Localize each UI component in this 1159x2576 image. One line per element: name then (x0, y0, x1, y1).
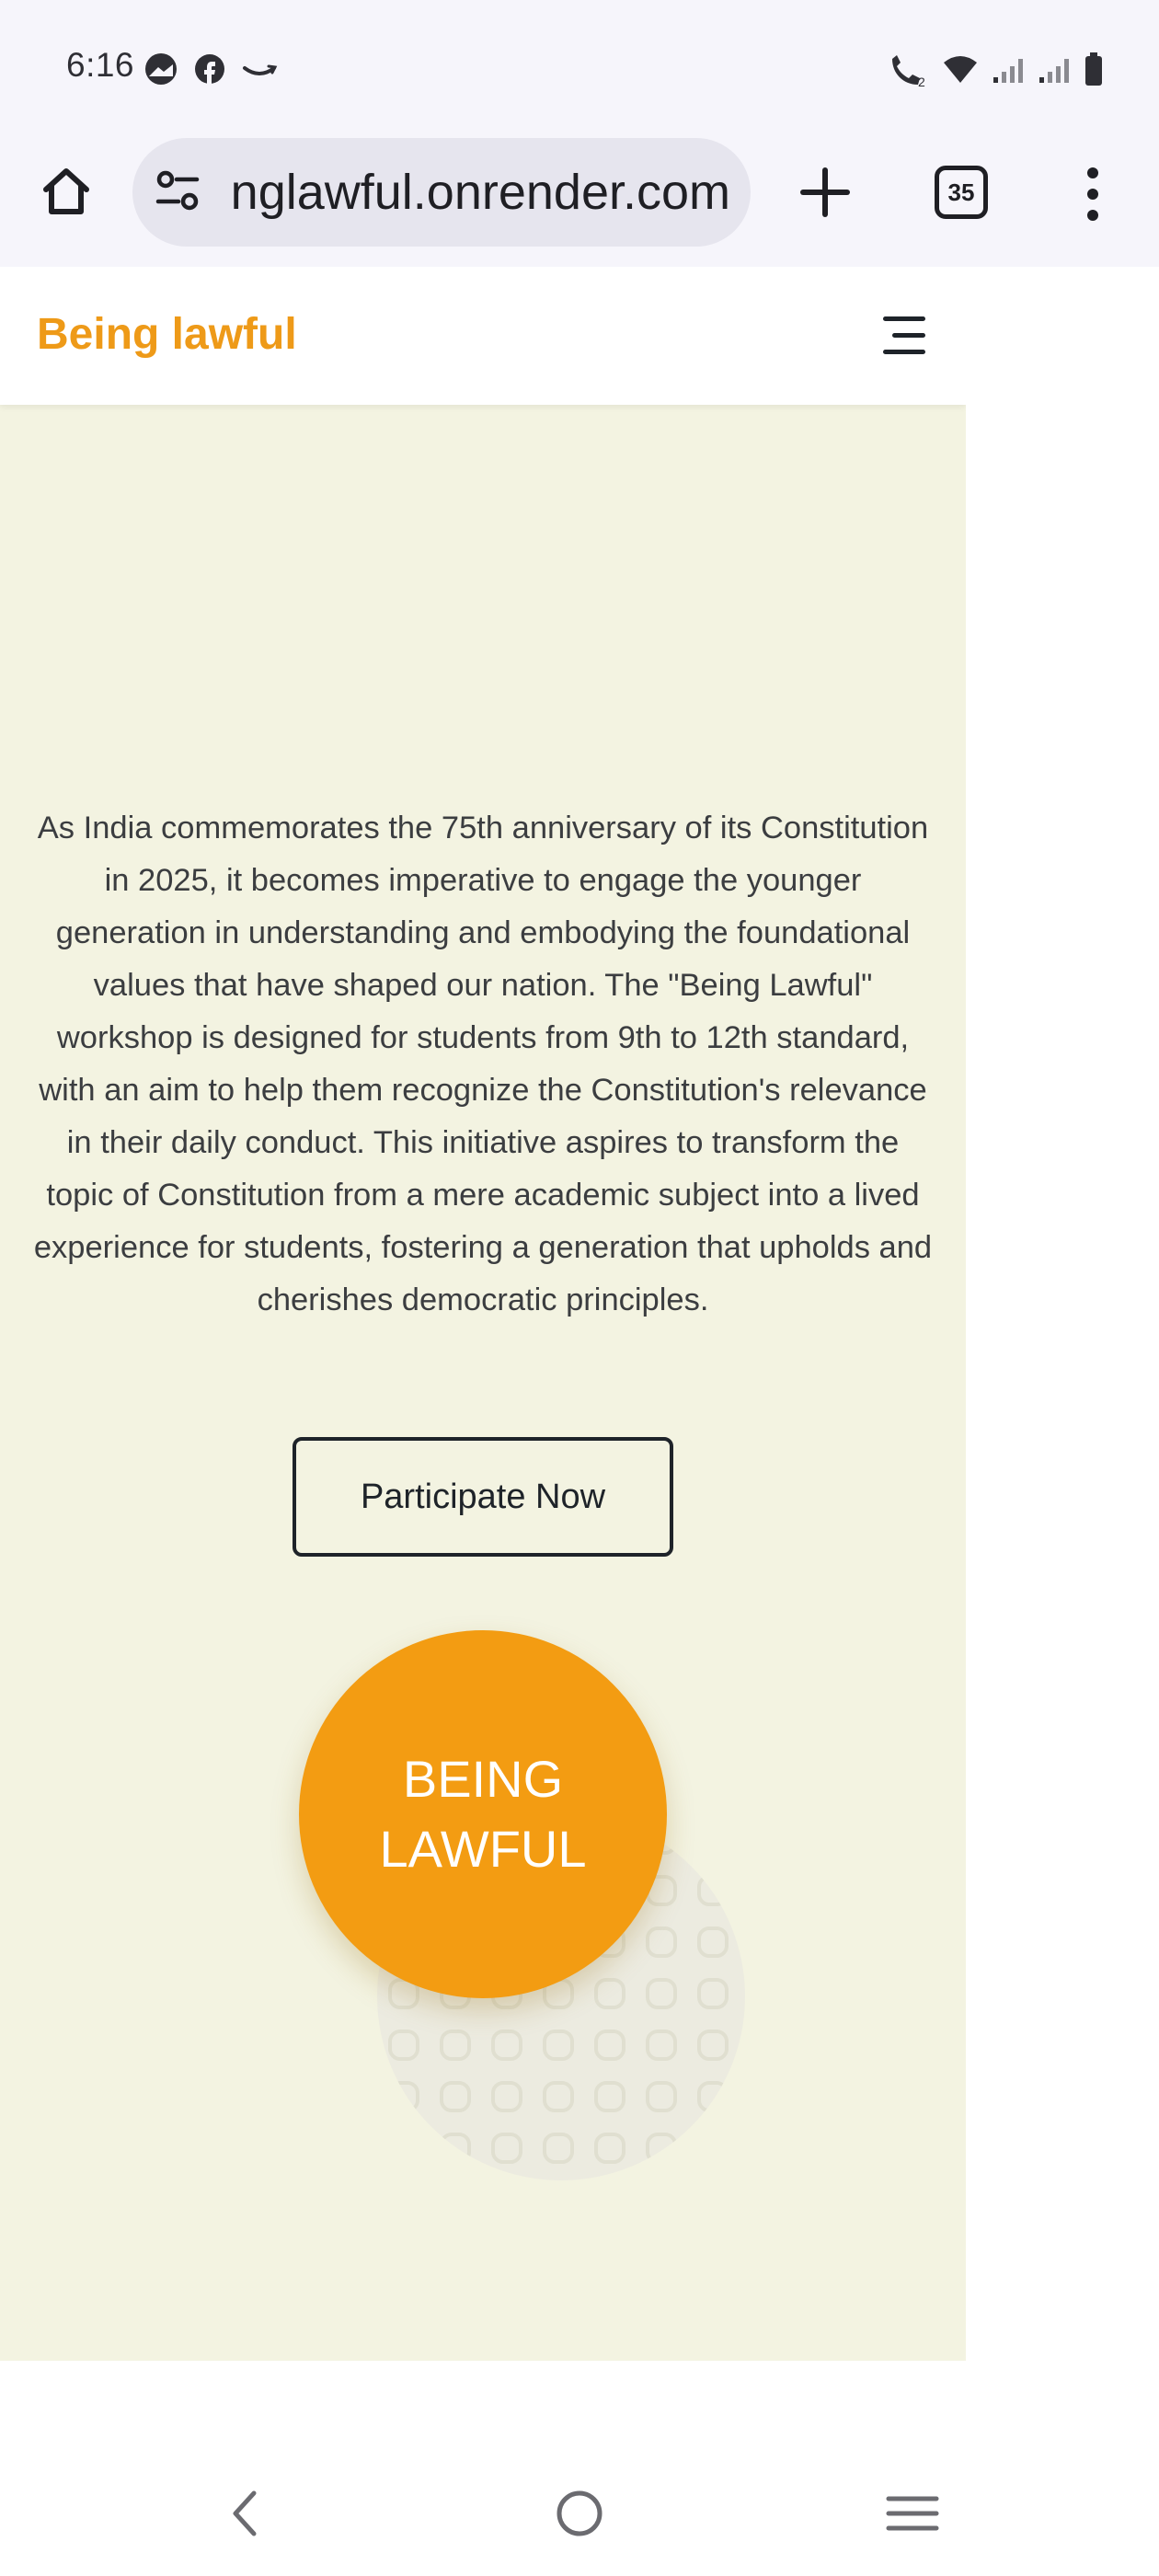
wifi-icon (942, 53, 979, 91)
more-vert-icon[interactable] (1073, 162, 1113, 226)
intro-paragraph: As India commemorates the 75th anniversa… (33, 811, 933, 1317)
browser-toolbar: beinglawful.onrender.com 35 (0, 138, 1159, 267)
signal-icon-1 (992, 55, 1025, 89)
site-header: Being lawful (0, 267, 966, 405)
status-system-icons: 2 (887, 52, 1104, 93)
status-notification-icons (143, 52, 278, 91)
home-icon[interactable] (35, 160, 98, 223)
participate-now-label: Participate Now (360, 1477, 606, 1516)
wifi-call-icon: 2 (887, 52, 929, 93)
menu-dot (1087, 167, 1098, 178)
recents-icon[interactable] (876, 2477, 949, 2550)
hamburger-line (883, 316, 925, 321)
wifi-call-sim-label: 2 (918, 75, 925, 88)
page-overflow-area (966, 267, 1159, 2361)
signal-icon-2 (1038, 55, 1071, 89)
plus-icon[interactable] (793, 160, 857, 224)
logo-line-2: LAWFUL (379, 1820, 587, 1878)
logo-line-1: BEING (402, 1750, 564, 1808)
participate-now-button[interactable]: Participate Now (293, 1437, 673, 1557)
site-settings-icon[interactable] (155, 170, 202, 219)
hamburger-line (892, 333, 925, 338)
site-brand[interactable]: Being lawful (37, 309, 297, 360)
being-lawful-logo: BEING LAWFUL (299, 1630, 667, 1998)
tab-switcher-button[interactable]: 35 (935, 166, 988, 219)
address-bar[interactable]: beinglawful.onrender.com (132, 138, 751, 247)
facebook-icon (193, 52, 226, 90)
hamburger-icon[interactable] (879, 316, 925, 355)
system-nav-bar (0, 2361, 1159, 2576)
menu-dot (1087, 210, 1098, 221)
tab-count: 35 (947, 178, 975, 206)
url-value: beinglawful.onrender.com (234, 165, 730, 220)
web-page: Being lawful As India commemorates the 7… (0, 267, 966, 2361)
hamburger-line (883, 350, 925, 354)
battery-icon (1084, 52, 1104, 92)
home-circle-icon[interactable] (543, 2477, 616, 2550)
status-time: 6:16 (66, 46, 135, 84)
gallery-icon (143, 52, 178, 91)
status-bar: 6:16 2 (0, 0, 1159, 138)
amazon-icon (241, 55, 278, 87)
url-text[interactable]: beinglawful.onrender.com (234, 164, 730, 221)
menu-dot (1087, 189, 1098, 200)
back-icon[interactable] (208, 2477, 281, 2550)
